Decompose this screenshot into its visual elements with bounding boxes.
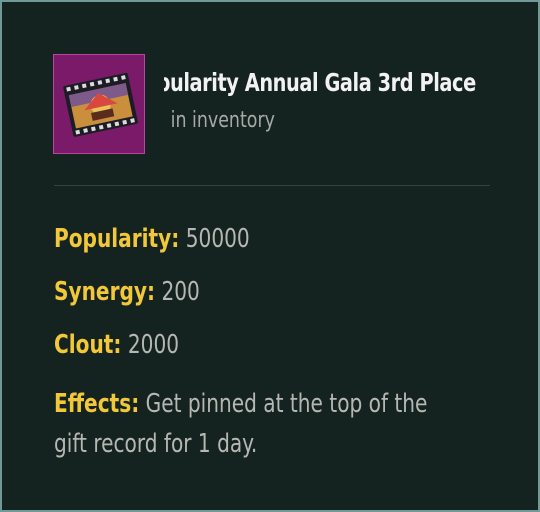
divider [54, 185, 490, 186]
stat-popularity: Popularity: 50000 [54, 224, 250, 254]
item-title-container: Popularity Annual Gala 3rd Place [164, 68, 490, 102]
item-title: Popularity Annual Gala 3rd Place [164, 68, 476, 97]
synergy-label: Synergy: [54, 277, 156, 307]
clout-value: 2000 [127, 330, 180, 360]
clout-label: Clout: [54, 330, 122, 360]
gala-film-poster-icon [53, 54, 145, 154]
effects-label: Effects: [54, 389, 140, 419]
stat-clout: Clout: 2000 [54, 330, 179, 360]
item-tooltip-panel: Popularity Annual Gala 3rd Place 0 in in… [0, 0, 540, 512]
popularity-value: 50000 [185, 224, 250, 254]
stat-effects: Effects: Get pinned at the top of the gi… [54, 384, 450, 464]
popularity-label: Popularity: [54, 224, 180, 254]
stat-synergy: Synergy: 200 [54, 277, 200, 307]
synergy-value: 200 [161, 277, 200, 307]
inventory-container: 0 in inventory [164, 108, 364, 138]
inventory-count: 0 in inventory [164, 108, 275, 133]
